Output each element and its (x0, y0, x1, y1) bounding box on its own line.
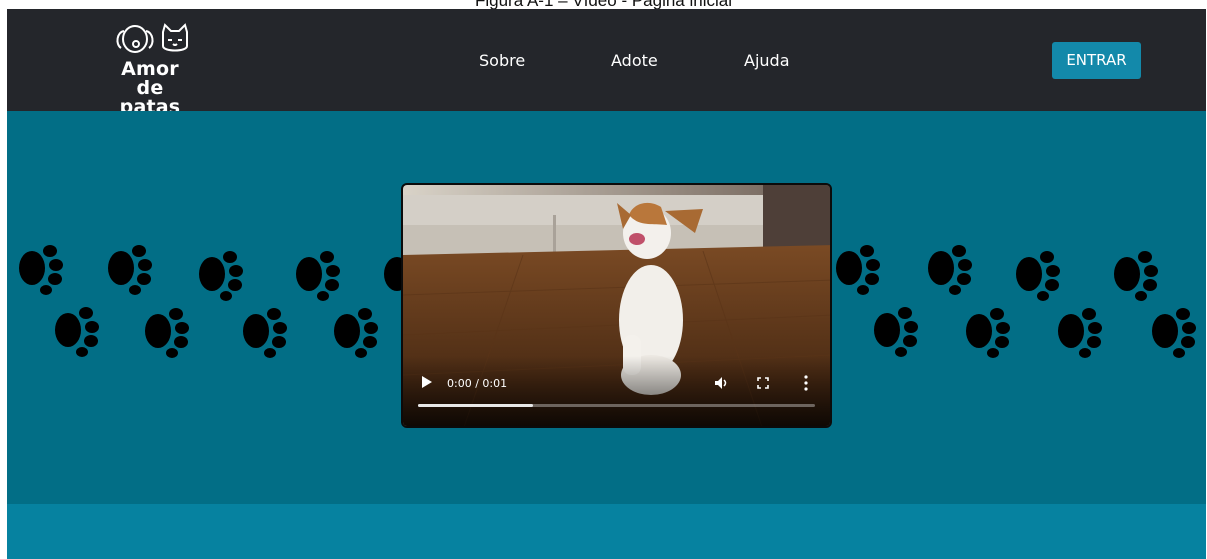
paw-print-icon (199, 251, 243, 301)
play-icon[interactable] (421, 375, 433, 389)
hero-section: 0:00 / 0:01 (7, 111, 1206, 504)
brand-logo[interactable]: Amor de patas (105, 22, 205, 117)
logo-wordmark: Amor de patas (105, 60, 195, 117)
paw-print-icon (928, 245, 972, 295)
paw-print-icon (1058, 308, 1102, 358)
logo-line-1: Amor de (121, 58, 179, 99)
paw-print-icon (836, 245, 880, 295)
paw-print-icon (108, 245, 152, 295)
nav-link-ajuda[interactable]: Ajuda (744, 51, 790, 70)
video-player[interactable]: 0:00 / 0:01 (401, 183, 832, 428)
video-progress-fill (418, 404, 534, 407)
paw-print-icon (1016, 251, 1060, 301)
paw-print-icon (145, 308, 189, 358)
paw-print-icon (1114, 251, 1158, 301)
secondary-section (7, 504, 1206, 559)
dog-cat-logo-icon (116, 23, 188, 53)
fullscreen-icon[interactable] (757, 377, 769, 389)
paw-print-icon (296, 251, 340, 301)
nav-link-adote[interactable]: Adote (611, 51, 658, 70)
video-progress-bar[interactable] (418, 404, 815, 407)
video-controls-bar (403, 356, 830, 426)
video-time: 0:00 / 0:01 (447, 377, 508, 390)
paw-print-icon (19, 245, 63, 295)
paw-print-icon (1152, 308, 1196, 358)
nav-link-sobre[interactable]: Sobre (479, 51, 525, 70)
paw-print-icon (334, 308, 378, 358)
login-button[interactable]: ENTRAR (1052, 42, 1141, 79)
more-options-icon[interactable] (804, 375, 808, 391)
paw-print-icon (874, 307, 918, 357)
paw-print-icon (55, 307, 99, 357)
volume-icon[interactable] (714, 376, 730, 390)
paw-print-icon (243, 308, 287, 358)
paw-print-icon (966, 308, 1010, 358)
top-navbar: Amor de patas Sobre Adote Ajuda ENTRAR (7, 9, 1206, 117)
